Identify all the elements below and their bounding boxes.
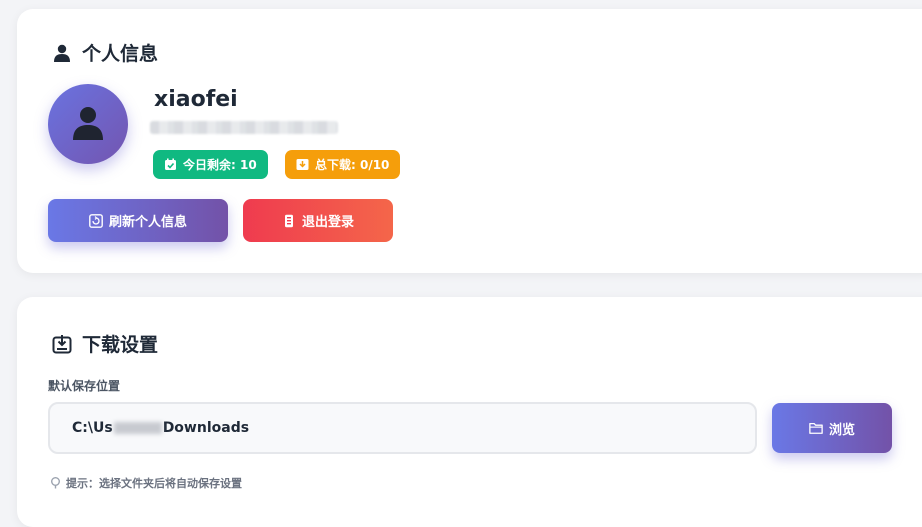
profile-section-title: 个人信息 bbox=[52, 39, 158, 66]
total-downloads-badge: 总下载: 0/10 bbox=[285, 150, 401, 179]
download-title: 下载设置 bbox=[82, 334, 159, 356]
browse-label: 浏览 bbox=[828, 422, 855, 438]
refresh-profile-label: 刷新个人信息 bbox=[108, 215, 187, 230]
download-settings-icon bbox=[52, 334, 72, 354]
folder-icon bbox=[809, 421, 823, 435]
save-path-prefix: C:\Us bbox=[72, 420, 113, 436]
user-icon bbox=[52, 43, 72, 63]
logout-button[interactable]: 退出登录 bbox=[243, 199, 393, 242]
daily-remaining-text: 今日剩余: 10 bbox=[183, 158, 257, 172]
username: xiaofei bbox=[154, 87, 238, 112]
refresh-profile-button[interactable]: 刷新个人信息 bbox=[48, 199, 228, 242]
save-path-redacted bbox=[113, 422, 162, 434]
profile-title: 个人信息 bbox=[82, 43, 159, 65]
email-redacted bbox=[150, 121, 338, 134]
profile-card: 个人信息 xiaofei 今日剩余: 10 总下载: 0/10 刷新个人信息 退… bbox=[17, 9, 922, 273]
save-path-suffix: Downloads bbox=[162, 420, 250, 436]
pin-icon bbox=[50, 477, 61, 489]
logout-icon bbox=[282, 214, 296, 228]
hint: 提示：选择文件夹后将自动保存设置 bbox=[50, 475, 242, 491]
hint-text: 提示：选择文件夹后将自动保存设置 bbox=[66, 477, 242, 490]
daily-remaining-badge: 今日剩余: 10 bbox=[153, 150, 268, 179]
save-path-input[interactable]: C:\Us Downloads bbox=[48, 402, 757, 454]
avatar bbox=[48, 84, 128, 164]
logout-label: 退出登录 bbox=[301, 215, 354, 230]
save-location-label: 默认保存位置 bbox=[48, 379, 121, 393]
total-downloads-text: 总下载: 0/10 bbox=[315, 158, 390, 172]
download-section-title: 下载设置 bbox=[52, 330, 158, 357]
browse-button[interactable]: 浏览 bbox=[772, 403, 892, 453]
download-box-icon bbox=[296, 158, 309, 171]
download-settings-card: 下载设置 默认保存位置 C:\Us Downloads 浏览 提示：选择文件夹后… bbox=[17, 297, 922, 527]
refresh-icon bbox=[89, 213, 103, 228]
calendar-icon bbox=[164, 158, 177, 171]
avatar-user-icon bbox=[68, 102, 108, 146]
